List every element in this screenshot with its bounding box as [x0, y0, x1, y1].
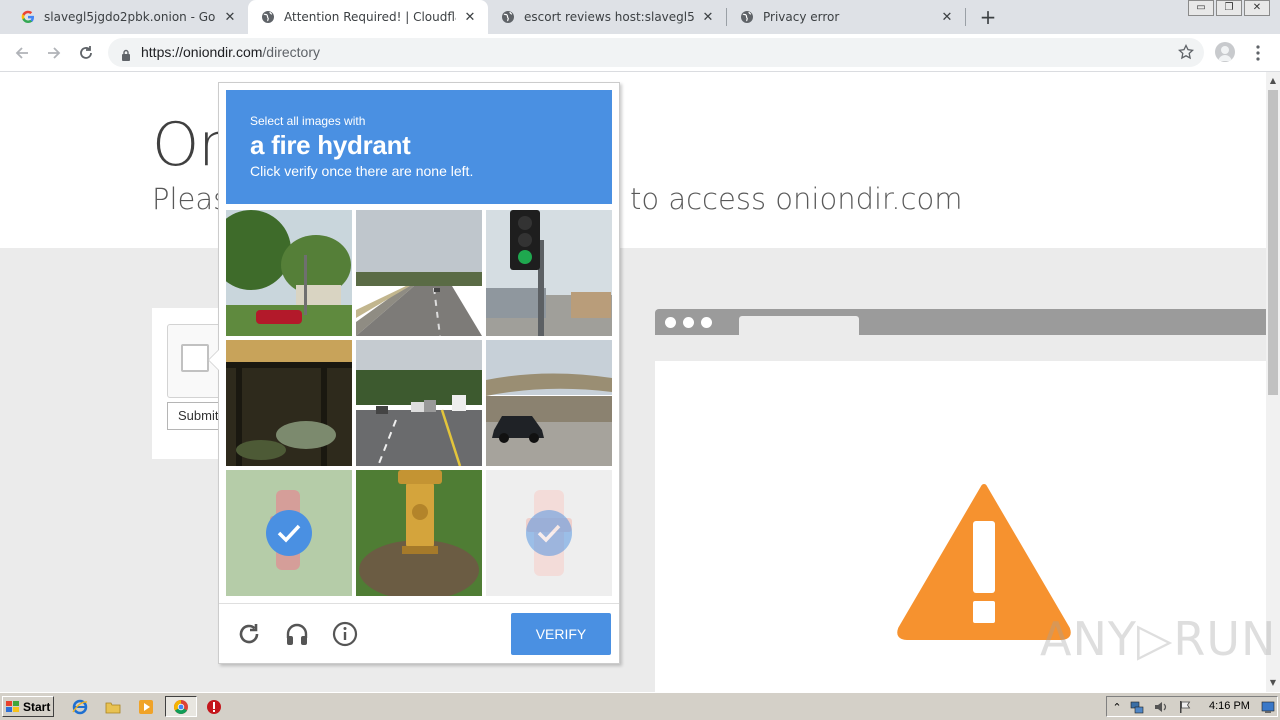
tab-strip: slavegl5jgdo2pbk.onion - Google Sea ✕ At… — [0, 0, 1280, 34]
windows-logo-icon — [6, 700, 19, 712]
url-host: https://oniondir.com — [141, 44, 263, 60]
page-header: On Pleas to access oniondir.com — [0, 72, 1266, 248]
show-desktop-icon[interactable] — [1261, 700, 1275, 714]
network-icon[interactable] — [1130, 700, 1144, 714]
media-player-icon[interactable] — [137, 698, 155, 716]
antivirus-icon[interactable] — [205, 698, 223, 716]
verify-button[interactable]: VERIFY — [511, 613, 611, 655]
kebab-menu-icon[interactable] — [1252, 44, 1264, 62]
tab-google-search[interactable]: slavegl5jgdo2pbk.onion - Google Sea ✕ — [0, 0, 248, 34]
illustration-titlebar — [655, 309, 1266, 335]
system-tray: ⌃ 4:16 PM — [1106, 696, 1278, 717]
new-tab-button[interactable]: + — [977, 6, 999, 28]
scrollbar-thumb[interactable] — [1268, 90, 1278, 395]
profile-avatar-icon[interactable] — [1215, 42, 1235, 62]
challenge-prompt-object: a fire hydrant — [250, 130, 411, 160]
scroll-down-icon[interactable]: ▼ — [1266, 676, 1280, 690]
taskbar-clock[interactable]: 4:16 PM — [1209, 700, 1250, 712]
reload-icon — [80, 46, 92, 59]
arrow-left-icon — [15, 47, 28, 59]
captcha-tile-7[interactable] — [226, 470, 352, 596]
speaker-icon[interactable] — [1154, 700, 1168, 714]
globe-icon — [500, 9, 516, 25]
page-content: On Pleas to access oniondir.com Submit — [0, 72, 1266, 692]
captcha-tile-6[interactable] — [486, 340, 612, 466]
tab-close-icon[interactable]: ✕ — [700, 10, 716, 25]
internet-explorer-icon[interactable] — [71, 698, 89, 716]
windows-taskbar: Start ⌃ 4:16 PM — [0, 692, 1280, 720]
close-window-button[interactable]: ✕ — [1244, 0, 1270, 16]
chrome-icon[interactable] — [172, 698, 190, 716]
reload-button[interactable] — [73, 40, 99, 66]
tab-close-icon[interactable]: ✕ — [222, 10, 238, 25]
challenge-image-grid — [226, 210, 614, 598]
illustration-dot — [701, 317, 712, 328]
bookmark-star-icon[interactable] — [1177, 43, 1195, 64]
start-button[interactable]: Start — [2, 696, 54, 717]
popup-pointer-inner — [209, 350, 219, 370]
tab-privacy-error[interactable]: Privacy error ✕ — [727, 0, 965, 34]
check-circle-icon — [266, 510, 312, 556]
arrow-right-icon — [48, 47, 61, 59]
illustration-tab — [739, 316, 859, 335]
tab-title: Attention Required! | Cloudflare — [284, 10, 456, 24]
page-subtitle-start: Pleas — [152, 182, 229, 216]
challenge-prompt-pre: Select all images with — [250, 114, 366, 128]
url-text: https://oniondir.com/directory — [141, 44, 320, 60]
scroll-up-icon[interactable]: ▲ — [1266, 74, 1280, 88]
captcha-tile-8[interactable] — [356, 470, 482, 596]
captcha-tile-5[interactable] — [356, 340, 482, 466]
tab-close-icon[interactable]: ✕ — [939, 10, 955, 25]
reload-challenge-icon[interactable] — [235, 620, 263, 648]
recaptcha-checkbox[interactable] — [181, 344, 209, 372]
browser-toolbar: https://oniondir.com/directory — [0, 34, 1280, 72]
illustration-dot — [665, 317, 676, 328]
tab-title: slavegl5jgdo2pbk.onion - Google Sea — [44, 10, 216, 24]
check-circle-icon — [526, 510, 572, 556]
challenge-instruction: Click verify once there are none left. — [250, 163, 474, 179]
tab-escort-reviews[interactable]: escort reviews host:slavegl5jgdo2pb ✕ — [488, 0, 726, 34]
headphones-icon[interactable] — [283, 620, 311, 648]
restore-button[interactable]: ❐ — [1216, 0, 1242, 16]
captcha-tile-4[interactable] — [226, 340, 352, 466]
captcha-tile-1[interactable] — [226, 210, 352, 336]
anyrun-watermark: ANY▷RUN — [1040, 612, 1277, 666]
globe-icon — [739, 9, 755, 25]
folder-icon[interactable] — [104, 698, 122, 716]
google-g-icon — [20, 9, 36, 25]
tab-title: Privacy error — [763, 10, 840, 24]
illustration-dot — [683, 317, 694, 328]
back-button[interactable] — [9, 40, 35, 66]
window-controls: ▭ ❐ ✕ — [1186, 0, 1270, 16]
page-subtitle-end: to access oniondir.com — [630, 182, 963, 216]
flag-icon[interactable] — [1178, 700, 1192, 714]
start-label: Start — [23, 699, 51, 714]
footer-divider — [219, 603, 619, 604]
tab-title: escort reviews host:slavegl5jgdo2pb — [524, 10, 694, 24]
captcha-tile-9[interactable] — [486, 470, 612, 596]
globe-icon — [260, 9, 276, 25]
recaptcha-challenge-popup: Select all images with a fire hydrant Cl… — [208, 82, 620, 664]
challenge-header: Select all images with a fire hydrant Cl… — [226, 90, 612, 204]
tab-close-icon[interactable]: ✕ — [462, 10, 478, 25]
page-subtitle: Pleas to access oniondir.com — [152, 182, 962, 216]
vertical-scrollbar[interactable]: ▲ ▼ — [1266, 72, 1280, 692]
captcha-tile-3[interactable] — [486, 210, 612, 336]
tab-cloudflare[interactable]: Attention Required! | Cloudflare ✕ — [248, 0, 488, 34]
address-bar[interactable]: https://oniondir.com/directory — [108, 38, 1204, 67]
lock-icon — [121, 46, 131, 65]
forward-button[interactable] — [41, 40, 67, 66]
chevron-up-icon[interactable]: ⌃ — [1110, 700, 1124, 714]
tab-separator — [965, 8, 966, 26]
url-path: /directory — [262, 44, 320, 60]
minimize-button[interactable]: ▭ — [1188, 0, 1214, 16]
captcha-tile-2[interactable] — [356, 210, 482, 336]
info-icon[interactable] — [331, 620, 359, 648]
